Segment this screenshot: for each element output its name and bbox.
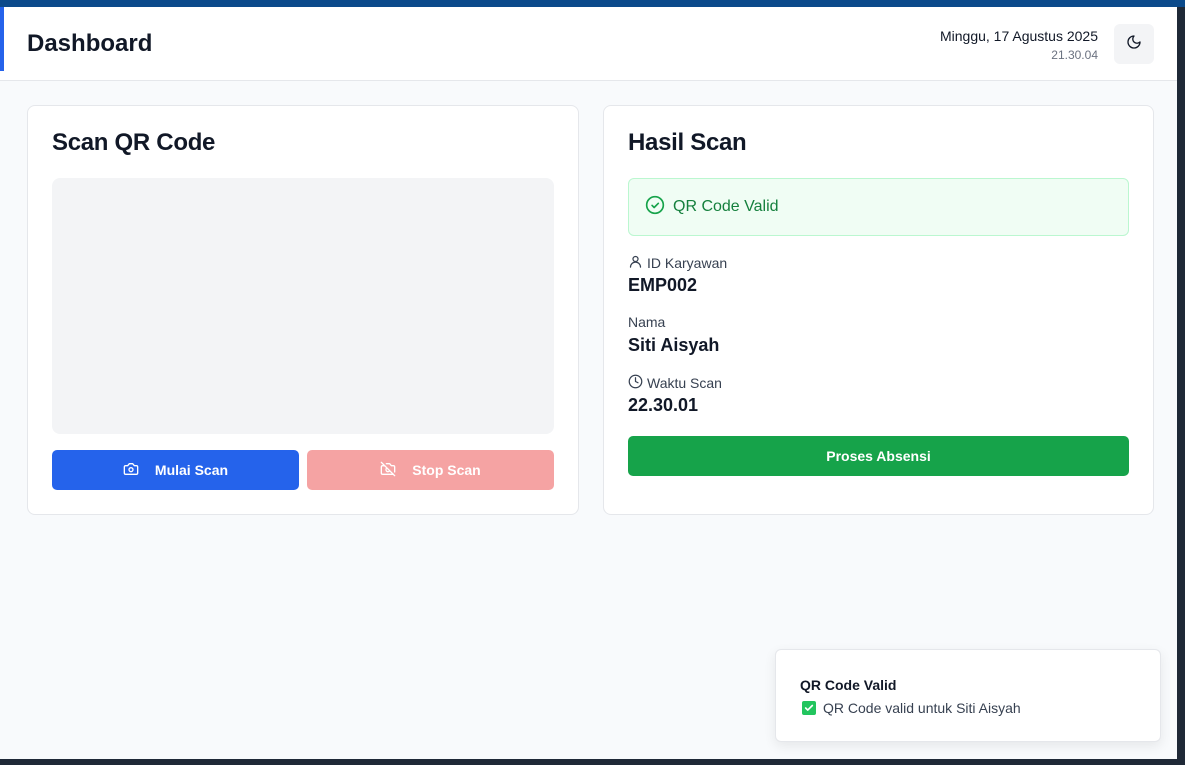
name-label: Nama (628, 314, 665, 330)
toast-notification: QR Code Valid QR Code valid untuk Siti A… (775, 649, 1161, 742)
user-icon (628, 254, 647, 272)
employee-id-value: EMP002 (628, 275, 698, 295)
moon-icon (1126, 34, 1142, 55)
employee-id-label-text: ID Karyawan (647, 255, 728, 271)
camera-preview (52, 178, 554, 434)
page-title: Dashboard (27, 30, 153, 57)
window-top-strip (0, 0, 1185, 7)
result-card: Hasil Scan QR Code Valid ID Karyawan EMP… (603, 105, 1154, 515)
status-banner: QR Code Valid (628, 178, 1129, 236)
name-label-text: Nama (628, 314, 666, 330)
header-accent-bar (0, 7, 4, 71)
result-card-title: Hasil Scan (628, 129, 747, 156)
scan-card-title: Scan QR Code (52, 129, 216, 156)
process-attendance-button[interactable]: Proses Absensi (628, 436, 1129, 476)
current-time: 21.30.04 (1051, 48, 1098, 62)
clock-icon (628, 374, 647, 392)
scan-time-label: Waktu Scan (628, 374, 722, 392)
header: Dashboard Minggu, 17 Agustus 2025 21.30.… (0, 7, 1177, 81)
toast-message: QR Code valid untuk Siti Aisyah (802, 700, 1021, 716)
app-root: Dashboard Minggu, 17 Agustus 2025 21.30.… (0, 7, 1177, 759)
camera-icon (123, 461, 155, 480)
scan-time-label-text: Waktu Scan (647, 375, 722, 391)
stop-scan-label: Stop Scan (412, 462, 481, 478)
scan-card: Scan QR Code Mulai Scan Stop Scan (27, 105, 579, 515)
toast-title: QR Code Valid (800, 677, 897, 693)
current-date: Minggu, 17 Agustus 2025 (939, 28, 1098, 44)
theme-toggle-button[interactable] (1114, 24, 1154, 64)
employee-id-label: ID Karyawan (628, 254, 727, 272)
start-scan-button[interactable]: Mulai Scan (52, 450, 299, 490)
status-text: QR Code Valid (673, 198, 779, 215)
datetime-display: Minggu, 17 Agustus 2025 21.30.04 (940, 27, 1098, 63)
camera-off-icon (380, 461, 412, 480)
toast-message-text: QR Code valid untuk Siti Aisyah (823, 700, 1021, 716)
name-value: Siti Aisyah (628, 335, 720, 355)
scan-time-value: 22.30.01 (628, 395, 699, 415)
check-mark-emoji-icon (802, 701, 816, 715)
stop-scan-button[interactable]: Stop Scan (307, 450, 554, 490)
start-scan-label: Mulai Scan (154, 462, 229, 478)
check-circle-icon (645, 195, 665, 220)
